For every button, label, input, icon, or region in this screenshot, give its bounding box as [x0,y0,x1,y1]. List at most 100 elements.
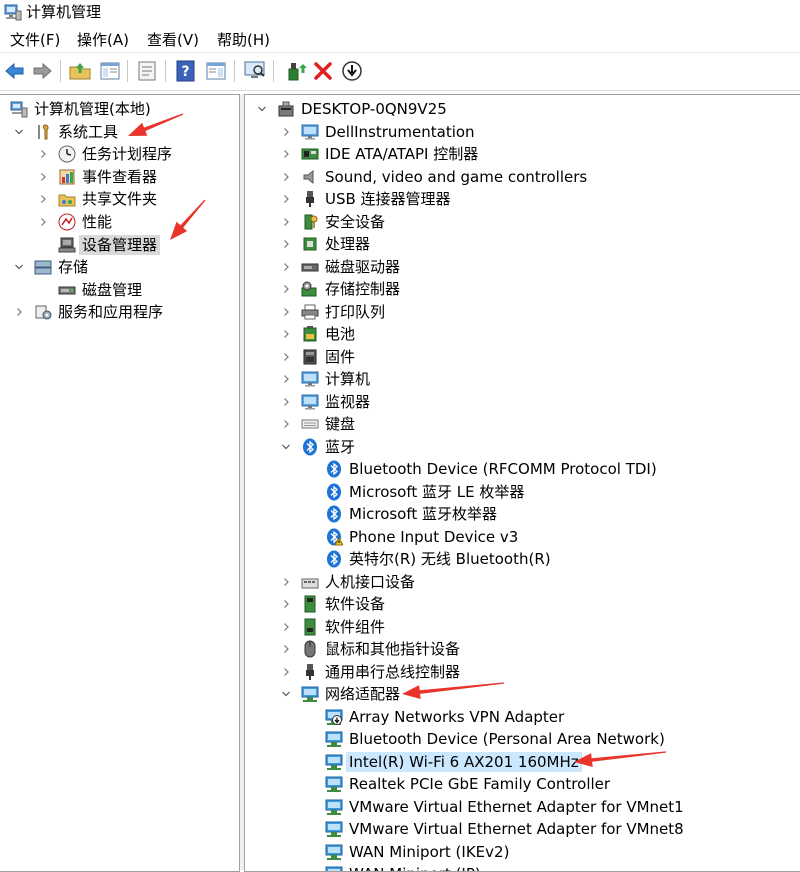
tree-item[interactable]: WAN Miniport (IP) [245,863,800,871]
chevron-down-icon[interactable] [14,121,24,143]
tree-item[interactable]: Microsoft 蓝牙枚举器 [245,503,800,525]
chevron-right-icon[interactable] [14,301,24,323]
chevron-down-icon[interactable] [281,436,291,458]
tree-item-label: 键盘 [325,415,356,433]
tree-item[interactable]: 蓝牙 [245,436,800,458]
chevron-right-icon[interactable] [281,346,291,368]
chevron-right-icon[interactable] [38,188,48,210]
tree-item[interactable]: 任务计划程序 [0,143,239,165]
tree-item-label: 计算机 [325,370,371,388]
tree-item[interactable]: 电池 [245,323,800,345]
update-driver-icon[interactable] [284,59,308,83]
tree-item[interactable]: 处理器 [245,233,800,255]
chevron-right-icon[interactable] [281,301,291,323]
tree-item[interactable]: 磁盘驱动器 [245,256,800,278]
up-folder-icon[interactable] [68,59,92,83]
tree-item[interactable]: VMware Virtual Ethernet Adapter for VMne… [245,796,800,818]
action-pane-icon[interactable] [204,59,228,83]
tree-item[interactable]: Microsoft 蓝牙 LE 枚举器 [245,481,800,503]
properties-icon[interactable] [135,59,159,83]
tree-item[interactable]: 存储 [0,256,239,278]
tree-item[interactable]: 监视器 [245,391,800,413]
chevron-right-icon[interactable] [38,211,48,233]
forward-arrow-icon[interactable] [30,59,54,83]
tree-item[interactable]: 系统工具 [0,121,239,143]
tree-item[interactable]: 存储控制器 [245,278,800,300]
tree-item[interactable]: WAN Miniport (IKEv2) [245,841,800,863]
menu-view[interactable]: 查看(V) [147,31,199,49]
tree-item[interactable]: 打印队列 [245,301,800,323]
tree-item-label: 磁盘管理 [82,280,143,299]
chevron-right-icon[interactable] [281,323,291,345]
tree-item[interactable]: VMware Virtual Ethernet Adapter for VMne… [245,818,800,840]
scan-hardware-icon[interactable] [243,59,267,83]
chevron-right-icon[interactable] [281,188,291,210]
tree-item[interactable]: DellInstrumentation [245,121,800,143]
chevron-right-icon[interactable] [281,121,291,143]
uninstall-icon[interactable] [311,59,335,83]
menu-bar: 文件(F) 操作(A) 查看(V) 帮助(H) [0,28,800,53]
chevron-right-icon[interactable] [281,233,291,255]
menu-file[interactable]: 文件(F) [10,31,60,49]
chevron-right-icon[interactable] [281,391,291,413]
tree-item[interactable]: 设备管理器 [0,234,239,256]
tree-item[interactable]: 鼠标和其他指针设备 [245,638,800,660]
tree-item[interactable]: Bluetooth Device (Personal Area Network) [245,728,800,750]
chevron-right-icon[interactable] [281,593,291,615]
tree-item[interactable]: DESKTOP-0QN9V25 [245,98,800,120]
firmware-icon [303,349,317,364]
tree-item[interactable]: Bluetooth Device (RFCOMM Protocol TDI) [245,458,800,480]
chevron-right-icon[interactable] [281,368,291,390]
chevron-right-icon[interactable] [281,661,291,683]
chevron-right-icon[interactable] [281,278,291,300]
chevron-right-icon[interactable] [38,143,48,165]
chevron-right-icon[interactable] [281,143,291,165]
tree-item[interactable]: 共享文件夹 [0,188,239,210]
chevron-right-icon[interactable] [281,616,291,638]
tree-item[interactable]: Array Networks VPN Adapter [245,706,800,728]
tree-item[interactable]: 事件查看器 [0,166,239,188]
console-tree-pane[interactable]: 计算机管理(本地) 系统工具 任务计划程序 事件查看器 共享文件夹 性能 设备管理器 存储磁盘… [0,94,240,872]
tree-item[interactable]: USB 连接器管理器 [245,188,800,210]
chevron-right-icon[interactable] [281,413,291,435]
chevron-right-icon[interactable] [281,166,291,188]
tree-item[interactable]: 人机接口设备 [245,571,800,593]
chevron-right-icon[interactable] [38,166,48,188]
tree-item[interactable]: 性能 [0,211,239,233]
tree-item[interactable]: 计算机管理(本地) [0,98,239,120]
tree-item[interactable]: Sound, video and game controllers [245,166,800,188]
chevron-down-icon[interactable] [14,256,24,278]
network-adapter-icon [325,866,343,871]
tree-item[interactable]: 软件设备 [245,593,800,615]
tree-item[interactable]: 固件 [245,346,800,368]
tree-item-label: 磁盘驱动器 [325,257,401,276]
storage-controller-icon [301,281,317,297]
device-manager-icon [58,237,76,253]
tree-item[interactable]: 磁盘管理 [0,279,239,301]
tree-item[interactable]: 计算机 [245,368,800,390]
chevron-right-icon[interactable] [281,211,291,233]
tree-item[interactable]: 键盘 [245,413,800,435]
tree-item[interactable]: IDE ATA/ATAPI 控制器 [245,143,800,165]
tree-item[interactable]: 网络适配器 [245,683,800,705]
menu-help[interactable]: 帮助(H) [217,31,270,49]
tree-item[interactable]: 英特尔(R) 无线 Bluetooth(R) [245,548,800,570]
tree-item[interactable]: 安全设备 [245,211,800,233]
menu-action[interactable]: 操作(A) [77,31,129,49]
help-icon[interactable]: ? [174,59,198,83]
show-hide-tree-icon[interactable] [98,59,122,83]
tree-item[interactable]: 软件组件 [245,616,800,638]
chevron-right-icon[interactable] [281,256,291,278]
tree-item[interactable]: Phone Input Device v3 [245,526,800,548]
chevron-right-icon[interactable] [281,638,291,660]
back-arrow-icon[interactable] [3,59,27,83]
chevron-down-icon[interactable] [257,98,267,120]
tree-item[interactable]: 通用串行总线控制器 [245,661,800,683]
tree-item[interactable]: Intel(R) Wi-Fi 6 AX201 160MHz [245,751,800,773]
device-tree-pane[interactable]: DESKTOP-0QN9V25 DellInstrumentation IDE AT… [244,94,800,872]
disable-device-icon[interactable] [340,59,364,83]
tree-item[interactable]: 服务和应用程序 [0,301,239,323]
tree-item[interactable]: Realtek PCIe GbE Family Controller [245,773,800,795]
chevron-right-icon[interactable] [281,571,291,593]
chevron-down-icon[interactable] [281,683,291,705]
